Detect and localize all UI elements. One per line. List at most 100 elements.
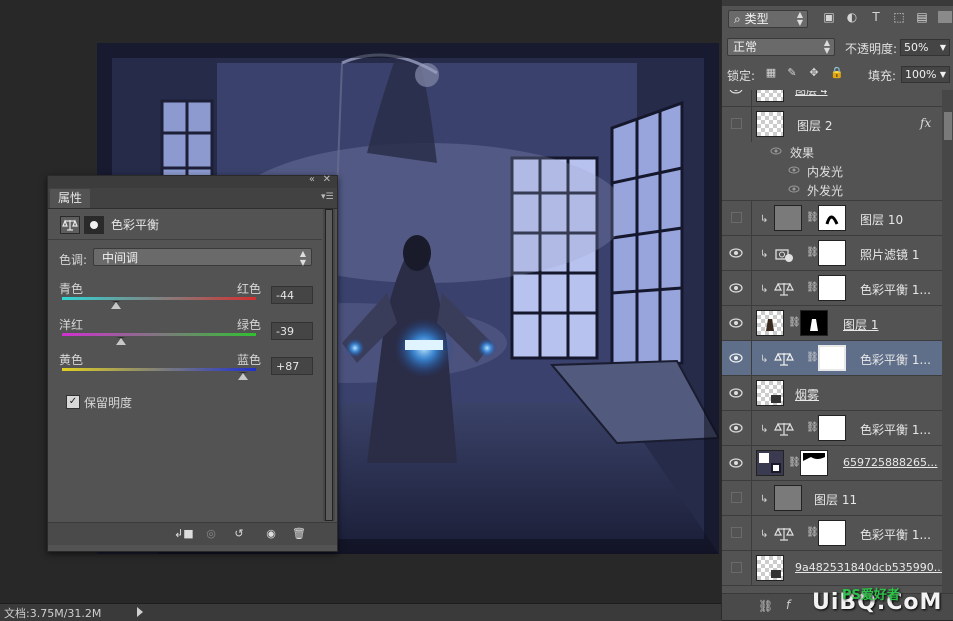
layer-name[interactable]: 图层 10 bbox=[860, 211, 903, 228]
panel-title-bar[interactable]: « ✕ bbox=[48, 174, 337, 188]
layer-row[interactable]: ↳ ⛓ 图层 10 bbox=[722, 201, 942, 236]
panel-tabs[interactable] bbox=[722, 0, 953, 6]
slider-track[interactable] bbox=[62, 368, 256, 371]
status-menu-arrow-icon[interactable] bbox=[137, 607, 143, 617]
lock-transparent-icon[interactable]: ▦ bbox=[765, 67, 777, 79]
blend-mode-select[interactable]: 正常 ▲ ▼ bbox=[727, 38, 835, 56]
scrollbar-thumb[interactable] bbox=[944, 112, 952, 140]
slider-thumb[interactable] bbox=[238, 372, 249, 380]
link-icon[interactable]: ⛓ bbox=[806, 282, 819, 294]
layer-row[interactable]: ↳ 图层 11 bbox=[722, 481, 942, 516]
slider-thumb[interactable] bbox=[116, 337, 127, 345]
layers-scrollbar[interactable] bbox=[942, 90, 953, 600]
visibility-off-box[interactable] bbox=[731, 118, 742, 129]
effects-row[interactable]: 效果 bbox=[722, 143, 942, 162]
layer-row[interactable]: ↳ ⛓ 色彩平衡 1... bbox=[722, 516, 942, 551]
preserve-luminosity-checkbox[interactable]: ✓ bbox=[66, 395, 80, 409]
link-icon[interactable]: ⛓ bbox=[788, 317, 801, 329]
link-icon[interactable]: ⛓ bbox=[806, 352, 819, 364]
layer-row[interactable]: 图层 2 fx bbox=[722, 107, 942, 143]
layer-row[interactable]: ⛓ 659725888265... bbox=[722, 446, 942, 481]
photo-filter-icon[interactable] bbox=[774, 245, 794, 263]
mask-thumbnail[interactable] bbox=[818, 520, 846, 546]
layer-row[interactable]: 烟雾 bbox=[722, 376, 942, 411]
layer-name[interactable]: 图层 2 bbox=[797, 117, 832, 134]
layer-name[interactable]: 色彩平衡 1... bbox=[860, 351, 931, 368]
slider-value-field[interactable]: -44 bbox=[271, 286, 313, 304]
link-icon[interactable]: ⛓ bbox=[806, 212, 819, 224]
layer-row[interactable]: ↳ ⛓ 照片滤镜 1 bbox=[722, 236, 942, 271]
filter-pixel-icon[interactable]: ▣ bbox=[822, 11, 836, 23]
layer-row[interactable]: ↳ ⛓ 色彩平衡 1... bbox=[722, 271, 942, 306]
color-balance-icon[interactable] bbox=[774, 525, 794, 543]
visibility-off-box[interactable] bbox=[731, 527, 742, 538]
eye-icon[interactable] bbox=[729, 353, 743, 363]
link-icon[interactable]: ⛓ bbox=[788, 457, 801, 469]
filter-smart-object-icon[interactable]: ▤ bbox=[915, 11, 929, 23]
layer-name[interactable]: 图层 11 bbox=[814, 491, 857, 508]
slider-track[interactable] bbox=[62, 297, 256, 300]
color-balance-icon[interactable] bbox=[774, 280, 794, 298]
reset-icon[interactable]: ↺ bbox=[230, 526, 248, 542]
eye-icon[interactable] bbox=[770, 147, 782, 155]
opacity-input[interactable]: 50% ▼ bbox=[900, 39, 950, 56]
layer-mask-icon[interactable] bbox=[84, 216, 104, 234]
eye-icon[interactable] bbox=[729, 283, 743, 293]
layer-row[interactable]: 图层 4 bbox=[722, 90, 942, 107]
layer-name[interactable]: 照片滤镜 1 bbox=[860, 246, 919, 263]
mask-thumbnail[interactable] bbox=[818, 205, 846, 231]
close-icon[interactable]: ✕ bbox=[323, 174, 331, 185]
eye-icon[interactable] bbox=[729, 318, 743, 328]
mask-thumbnail[interactable] bbox=[818, 345, 846, 371]
mask-thumbnail[interactable] bbox=[818, 415, 846, 441]
scrollbar-thumb[interactable] bbox=[325, 209, 333, 521]
visibility-off-box[interactable] bbox=[731, 212, 742, 223]
fill-input[interactable]: 100% ▼ bbox=[901, 66, 950, 83]
layer-row[interactable]: ⛓ 图层 1 bbox=[722, 306, 942, 341]
eye-icon[interactable] bbox=[788, 185, 800, 193]
layer-row[interactable]: ↳ ⛓ 色彩平衡 1... bbox=[722, 411, 942, 446]
layer-name[interactable]: 色彩平衡 1... bbox=[860, 421, 931, 438]
eye-icon[interactable] bbox=[729, 423, 743, 433]
slider-value-field[interactable]: -39 bbox=[271, 322, 313, 340]
layer-name[interactable]: 9a482531840dcb535990... bbox=[795, 561, 944, 574]
filter-kind-select[interactable]: ⌕ 类型 ▲ ▼ bbox=[728, 10, 808, 28]
slider-thumb[interactable] bbox=[111, 301, 122, 309]
mask-thumbnail[interactable] bbox=[800, 450, 828, 476]
effect-outer-glow-row[interactable]: 外发光 bbox=[722, 181, 942, 201]
tab-properties[interactable]: 属性 bbox=[50, 189, 91, 208]
link-icon[interactable]: ⛓ bbox=[806, 247, 819, 259]
eye-icon[interactable] bbox=[729, 90, 743, 94]
mask-thumbnail[interactable] bbox=[818, 240, 846, 266]
effect-inner-glow-row[interactable]: 内发光 bbox=[722, 162, 942, 181]
layer-row[interactable]: 9a482531840dcb535990... bbox=[722, 551, 944, 586]
link-layers-icon[interactable]: ⛓ bbox=[758, 599, 773, 613]
mask-thumbnail[interactable] bbox=[818, 275, 846, 301]
lock-all-icon[interactable]: 🔒 bbox=[830, 67, 844, 79]
panel-scrollbar[interactable] bbox=[323, 209, 335, 521]
layer-name[interactable]: 图层 4 bbox=[795, 90, 828, 98]
lock-position-icon[interactable]: ✥ bbox=[808, 67, 820, 79]
slider-value-field[interactable]: +87 bbox=[271, 357, 313, 375]
layer-name[interactable]: 烟雾 bbox=[795, 386, 819, 403]
eye-icon[interactable] bbox=[729, 248, 743, 258]
filter-type-icon[interactable]: T bbox=[869, 11, 883, 23]
layer-name[interactable]: 659725888265... bbox=[843, 456, 937, 469]
layer-name[interactable]: 图层 1 bbox=[843, 316, 878, 333]
color-balance-icon[interactable] bbox=[774, 350, 794, 368]
eye-icon[interactable] bbox=[788, 166, 800, 174]
eye-icon[interactable] bbox=[729, 458, 743, 468]
layer-name[interactable]: 色彩平衡 1... bbox=[860, 526, 931, 543]
delete-icon[interactable]: 🗑 bbox=[290, 526, 308, 542]
eye-icon[interactable] bbox=[729, 388, 743, 398]
tone-select[interactable]: 中间调 ▲ ▼ bbox=[93, 248, 312, 267]
toggle-visibility-icon[interactable]: ◉ bbox=[262, 526, 280, 542]
lock-brush-icon[interactable]: ✎ bbox=[786, 67, 798, 79]
panel-menu-icon[interactable]: ▾☰ bbox=[321, 192, 334, 202]
color-balance-icon[interactable] bbox=[774, 420, 794, 438]
visibility-off-box[interactable] bbox=[731, 562, 742, 573]
layer-name[interactable]: 色彩平衡 1... bbox=[860, 281, 931, 298]
view-previous-icon[interactable]: ◎ bbox=[202, 526, 220, 542]
clip-to-layer-icon[interactable]: ↲■ bbox=[174, 526, 194, 542]
color-balance-icon[interactable] bbox=[60, 216, 80, 234]
